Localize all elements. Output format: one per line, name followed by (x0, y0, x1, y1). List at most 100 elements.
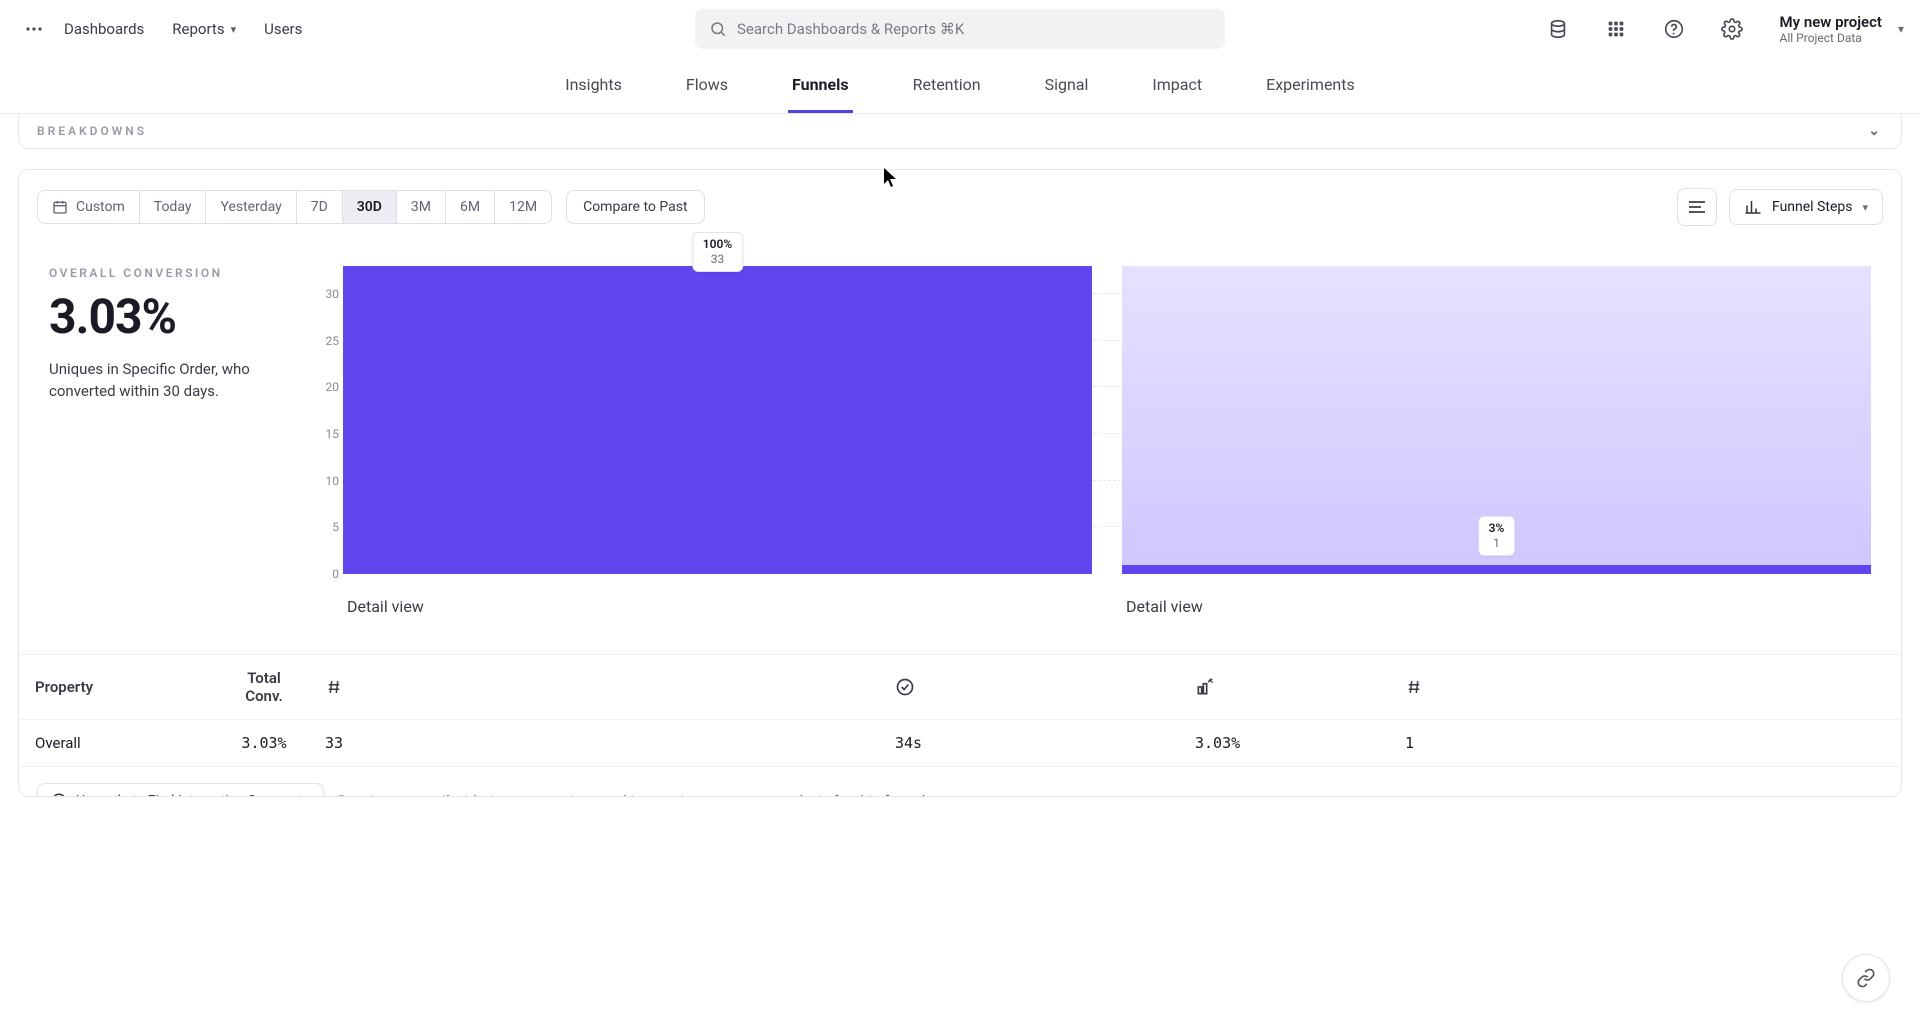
chart-type-button[interactable] (1677, 188, 1717, 226)
cell-total-conv: 3.03% (219, 720, 309, 767)
upgrade-chip-label: Upgrade to Find Interesting Segments (76, 793, 311, 797)
tab-experiments[interactable]: Experiments (1262, 75, 1359, 113)
bars: 100% 33 3% 1 (343, 266, 1871, 574)
x-label: Detail view (343, 597, 1092, 616)
upgrade-chip[interactable]: Upgrade to Find Interesting Segments (37, 783, 324, 797)
cell-step2-count: 1 (1389, 720, 1901, 767)
table-header-row: Property Total Conv. % (19, 655, 1901, 720)
x-labels: Detail view Detail view (343, 597, 1871, 616)
table-row[interactable]: Overall 3.03% 33 34s 3.03% 1 (19, 720, 1901, 767)
date-3m[interactable]: 3M (397, 191, 446, 223)
hash-icon (325, 678, 343, 696)
y-tick: 20 (326, 380, 340, 394)
th-avg-time[interactable] (879, 655, 1179, 720)
bar-pct: 100% (703, 237, 732, 252)
cell-step1-count: 33 (309, 720, 879, 767)
bar-chart-icon (1744, 198, 1762, 216)
date-6m[interactable]: 6M (446, 191, 495, 223)
bar-step-1[interactable]: 100% 33 (343, 266, 1092, 574)
th-step2-conv[interactable]: % (1179, 655, 1389, 720)
y-tick: 25 (326, 334, 340, 348)
summary-label: OVERALL CONVERSION (49, 266, 289, 280)
th-step2-count[interactable] (1389, 655, 1901, 720)
th-total-conv[interactable]: Total Conv. (219, 655, 309, 720)
chevron-down-icon: ▾ (1862, 201, 1868, 214)
sparkle-icon (50, 792, 68, 797)
right-controls: Funnel Steps ▾ (1677, 188, 1883, 226)
top-nav: Dashboards Reports ▾ Users (64, 20, 302, 38)
y-tick: 30 (326, 287, 340, 301)
tab-retention[interactable]: Retention (909, 75, 985, 113)
nav-dashboards[interactable]: Dashboards (64, 20, 144, 38)
top-right: My new project All Project Data ▾ (1540, 11, 1904, 47)
settings-icon[interactable] (1714, 11, 1750, 47)
upgrade-text: Receive an email with time comparison an… (338, 792, 930, 797)
breakdowns-card: BREAKDOWNS ⌄ (18, 114, 1902, 149)
nav-users[interactable]: Users (264, 20, 302, 38)
date-7d[interactable]: 7D (297, 191, 343, 223)
funnel-table: Property Total Conv. % (19, 654, 1901, 767)
link-icon (1856, 968, 1876, 988)
th-property[interactable]: Property (19, 655, 219, 720)
cell-avg-time: 34s (879, 720, 1179, 767)
chevron-down-icon: ▾ (231, 23, 237, 36)
subnav: Insights Flows Funnels Retention Signal … (0, 58, 1920, 114)
breakdowns-label: BREAKDOWNS (37, 124, 147, 138)
tab-signal[interactable]: Signal (1041, 75, 1093, 113)
cell-property: Overall (19, 720, 219, 767)
breakdowns-toggle[interactable]: BREAKDOWNS ⌄ (19, 114, 1901, 148)
nav-reports-label: Reports (172, 20, 224, 38)
controls-row: Custom Today Yesterday 7D 30D 3M 6M 12M … (19, 170, 1901, 226)
funnel-steps-button[interactable]: Funnel Steps ▾ (1729, 189, 1883, 225)
search-input[interactable]: Search Dashboards & Reports ⌘K (695, 9, 1225, 49)
date-12m[interactable]: 12M (495, 191, 551, 223)
y-tick: 10 (326, 474, 340, 488)
tab-funnels[interactable]: Funnels (788, 75, 853, 113)
hash-icon (1405, 678, 1423, 696)
copy-link-button[interactable] (1842, 954, 1890, 1002)
y-axis: 0 5 10 15 20 25 30 (309, 266, 339, 574)
list-icon (1687, 199, 1707, 215)
chart-area: OVERALL CONVERSION 3.03% Uniques in Spec… (19, 226, 1901, 646)
menu-icon[interactable] (16, 11, 52, 47)
plot: 0 5 10 15 20 25 30 100% (309, 266, 1871, 636)
compare-button[interactable]: Compare to Past (566, 190, 704, 224)
nav-reports[interactable]: Reports ▾ (172, 20, 236, 38)
clock-check-icon (895, 677, 915, 697)
date-today[interactable]: Today (140, 191, 207, 223)
help-icon[interactable] (1656, 11, 1692, 47)
y-tick: 0 (332, 567, 339, 581)
chevron-down-icon: ▾ (1892, 22, 1904, 36)
apps-icon[interactable] (1598, 11, 1634, 47)
date-yesterday[interactable]: Yesterday (206, 191, 296, 223)
project-sub: All Project Data (1780, 31, 1882, 45)
date-custom[interactable]: Custom (38, 191, 140, 223)
summary-desc: Uniques in Specific Order, who converted… (49, 359, 289, 403)
search-wrap: Search Dashboards & Reports ⌘K (695, 9, 1225, 49)
y-tick: 5 (332, 520, 339, 534)
chevron-down-icon: ⌄ (1868, 123, 1883, 139)
tab-impact[interactable]: Impact (1148, 75, 1206, 113)
data-icon[interactable] (1540, 11, 1576, 47)
project-switcher[interactable]: My new project All Project Data ▾ (1780, 13, 1904, 45)
y-tick: 15 (326, 427, 340, 441)
calendar-icon (52, 199, 68, 215)
date-range-segmented: Custom Today Yesterday 7D 30D 3M 6M 12M (37, 190, 552, 224)
topbar: Dashboards Reports ▾ Users Search Dashbo… (0, 0, 1920, 58)
upgrade-banner: Upgrade to Find Interesting Segments Rec… (19, 767, 1901, 797)
summary-value: 3.03% (49, 288, 289, 345)
svg-text:%: % (1209, 679, 1214, 685)
conversion-icon: % (1195, 677, 1215, 697)
th-step1-count[interactable] (309, 655, 879, 720)
date-30d[interactable]: 30D (343, 191, 397, 223)
summary: OVERALL CONVERSION 3.03% Uniques in Spec… (49, 266, 309, 636)
chart-card: Custom Today Yesterday 7D 30D 3M 6M 12M … (18, 169, 1902, 797)
bar-count: 1 (1489, 536, 1505, 551)
bar-step-2[interactable]: 3% 1 (1122, 266, 1871, 574)
bar-count: 33 (703, 252, 732, 267)
funnel-steps-label: Funnel Steps (1772, 199, 1852, 215)
cell-step2-conv: 3.03% (1179, 720, 1389, 767)
tab-flows[interactable]: Flows (682, 75, 732, 113)
tab-insights[interactable]: Insights (561, 75, 626, 113)
search-placeholder: Search Dashboards & Reports ⌘K (737, 20, 964, 38)
